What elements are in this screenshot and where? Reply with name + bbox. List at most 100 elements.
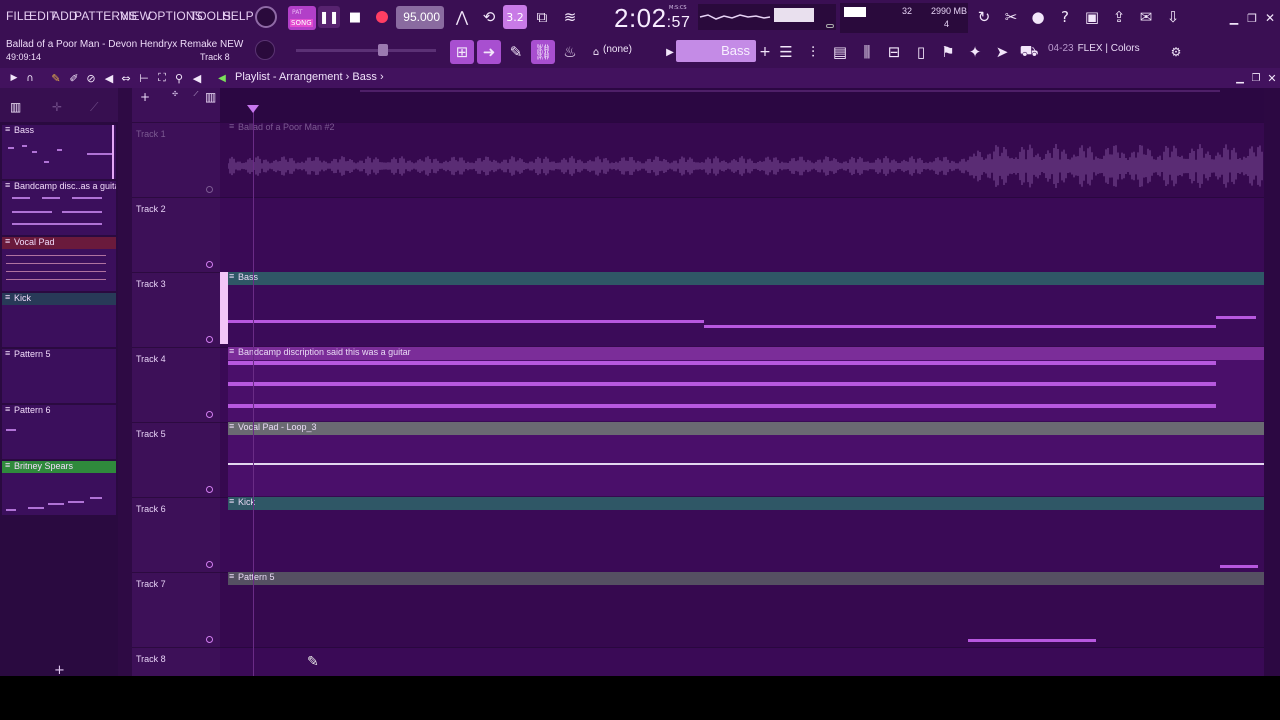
track-mute-dot[interactable] xyxy=(206,486,213,493)
clip-track-4[interactable]: Bandcamp discription said this was a gui… xyxy=(228,346,1264,421)
picker-item-britney-spears[interactable]: Britney Spears xyxy=(2,461,116,515)
track-header-4[interactable]: Track 4 xyxy=(132,347,220,422)
picker-item-vocal-pad[interactable]: Vocal Pad xyxy=(2,237,116,291)
clip-track-3[interactable]: Bass xyxy=(228,271,1264,346)
track-header-7[interactable]: Track 7 xyxy=(132,572,220,647)
stop-button[interactable]: ■ xyxy=(344,6,366,28)
stamp-icon[interactable]: ♨ xyxy=(558,40,582,64)
picker-item-pattern-6[interactable]: Pattern 6 xyxy=(2,405,116,459)
lane-8[interactable] xyxy=(220,647,1264,676)
master-volume-knob[interactable] xyxy=(255,6,277,28)
play-pause-button[interactable]: ❚❚ xyxy=(318,6,340,28)
clip-track-7[interactable]: Pattern 5 xyxy=(228,571,1264,646)
record-button[interactable] xyxy=(372,7,392,27)
close-window-icon[interactable]: ✕ xyxy=(1258,6,1280,30)
pencil-icon[interactable]: ✎ xyxy=(504,40,528,64)
timeline-ruler[interactable] xyxy=(220,88,1268,122)
save-icon[interactable]: ▣ xyxy=(1080,5,1104,29)
menu-file[interactable]: FILE xyxy=(6,9,32,23)
add-track-icon[interactable]: + xyxy=(140,90,150,104)
mixer-icon[interactable]: ⫼ xyxy=(855,40,879,64)
picker-item-bandcamp[interactable]: Bandcamp disc..as a guitar xyxy=(2,181,116,235)
arrow-icon[interactable]: ➜ xyxy=(477,40,501,64)
vertical-scrollbar[interactable] xyxy=(1264,88,1280,676)
polyphony-count: 32 xyxy=(902,6,913,16)
plugin-icon[interactable]: ⚑ xyxy=(936,40,960,64)
note xyxy=(90,497,102,499)
master-pitch-knob[interactable] xyxy=(255,40,275,60)
automation-icon[interactable]: ⟋ xyxy=(90,100,104,114)
master-slider-handle[interactable] xyxy=(378,44,388,56)
track-header-3[interactable]: Track 3 xyxy=(132,272,220,347)
piano-roll-icon[interactable]: ⊞ xyxy=(450,40,474,64)
channel-icon[interactable]: ✛ xyxy=(52,100,66,114)
pattern-selector[interactable]: (none) xyxy=(603,44,655,60)
clip-label: Bass xyxy=(228,271,1264,285)
playhead-marker[interactable] xyxy=(247,105,259,113)
picker-item-pattern-5[interactable]: Pattern 5 xyxy=(2,349,116,403)
track-name: Track 3 xyxy=(136,279,166,289)
picker-item-kick[interactable]: Kick xyxy=(2,293,116,347)
playlist-close-icon[interactable]: ✕ xyxy=(1260,66,1280,90)
arrangement-grid[interactable]: Ballad of a Poor Man #2 Bass Bandcamp di… xyxy=(220,122,1264,676)
track-mute-dot[interactable] xyxy=(206,636,213,643)
playlist-icon[interactable]: ☰ xyxy=(774,40,798,64)
track-header-8[interactable]: Track 8 xyxy=(132,647,220,676)
cart-icon[interactable]: ⛟ xyxy=(1017,40,1041,64)
document-icon[interactable]: ▯ xyxy=(909,40,933,64)
tools-icon[interactable]: ✦ xyxy=(963,40,987,64)
track-name: Track 5 xyxy=(136,429,166,439)
export-icon[interactable]: ⇪ xyxy=(1107,5,1131,29)
ruler-scrollbar[interactable] xyxy=(360,90,1220,92)
piano-roll-view-icon[interactable]: ⫶ xyxy=(801,40,825,64)
magnet-icon[interactable]: ∩ xyxy=(18,66,42,90)
wait-icon[interactable]: ⟲ xyxy=(477,5,501,29)
chan-tool-icon[interactable]: ⟋ xyxy=(186,90,206,99)
hint-text: FLEX | Colors xyxy=(1077,43,1140,54)
lane-2[interactable] xyxy=(220,197,1264,272)
clip-track-5[interactable]: Vocal Pad - Loop_3 xyxy=(228,421,1264,496)
cut-icon[interactable]: ✂ xyxy=(999,5,1023,29)
microphone-icon[interactable]: ● xyxy=(1026,5,1050,29)
note-tool-icon[interactable]: ✣ xyxy=(165,90,185,98)
picker-item-bass[interactable]: Bass xyxy=(2,125,116,179)
master-slider-track[interactable] xyxy=(296,49,436,52)
track-header-6[interactable]: Track 6 xyxy=(132,497,220,572)
track-mute-dot[interactable] xyxy=(206,186,213,193)
pat-song-toggle[interactable]: PAT SONG xyxy=(288,6,316,30)
piano-keys-icon[interactable]: ▥ xyxy=(10,100,28,114)
download-icon[interactable]: ⇩ xyxy=(1161,5,1185,29)
track-mute-dot[interactable] xyxy=(206,336,213,343)
screen-bottom-bar xyxy=(0,676,1280,720)
note-bar xyxy=(228,320,704,323)
track-mute-dot[interactable] xyxy=(206,261,213,268)
channel-selector[interactable]: Bass xyxy=(676,40,756,62)
countdown-icon[interactable]: ≋ xyxy=(558,5,582,29)
track-header-1[interactable]: Track 1 xyxy=(132,122,220,197)
undo-icon[interactable]: ↻ xyxy=(972,5,996,29)
chat-icon[interactable]: ✉ xyxy=(1134,5,1158,29)
picker-item-label: Britney Spears xyxy=(2,461,116,473)
playback-icon[interactable]: ◀ xyxy=(185,66,209,90)
metronome-icon[interactable]: ⋀ xyxy=(450,5,474,29)
browser-icon[interactable]: ⊟ xyxy=(882,40,906,64)
speaker-icon[interactable]: ◀ xyxy=(210,66,234,90)
clip-track-6[interactable]: Kick xyxy=(228,496,1264,571)
typing-keyboard-icon[interactable]: ⧉ xyxy=(530,5,554,29)
tempo-field[interactable]: 95.000 xyxy=(396,6,444,29)
track-name: Track 8 xyxy=(136,654,166,664)
snap-toggle[interactable]: 3.2 xyxy=(503,5,527,29)
help-icon[interactable]: ? xyxy=(1053,5,1077,29)
track-mute-dot[interactable] xyxy=(206,411,213,418)
track-mute-dot[interactable] xyxy=(206,561,213,568)
transfer-icon[interactable]: ➤ xyxy=(990,40,1014,64)
menu-view[interactable]: VIEW xyxy=(120,9,151,23)
track-header-2[interactable]: Track 2 xyxy=(132,197,220,272)
channel-rack-icon[interactable]: ▤ xyxy=(828,40,852,64)
menu-help[interactable]: HELP xyxy=(222,9,254,23)
link-icon[interactable]: ⛓ xyxy=(531,40,555,64)
keys-icon[interactable]: ▥ xyxy=(205,90,216,104)
settings-icon[interactable]: ⚙ xyxy=(1164,40,1188,64)
playlist-title: Playlist - Arrangement › Bass › xyxy=(235,71,384,83)
track-header-5[interactable]: Track 5 xyxy=(132,422,220,497)
